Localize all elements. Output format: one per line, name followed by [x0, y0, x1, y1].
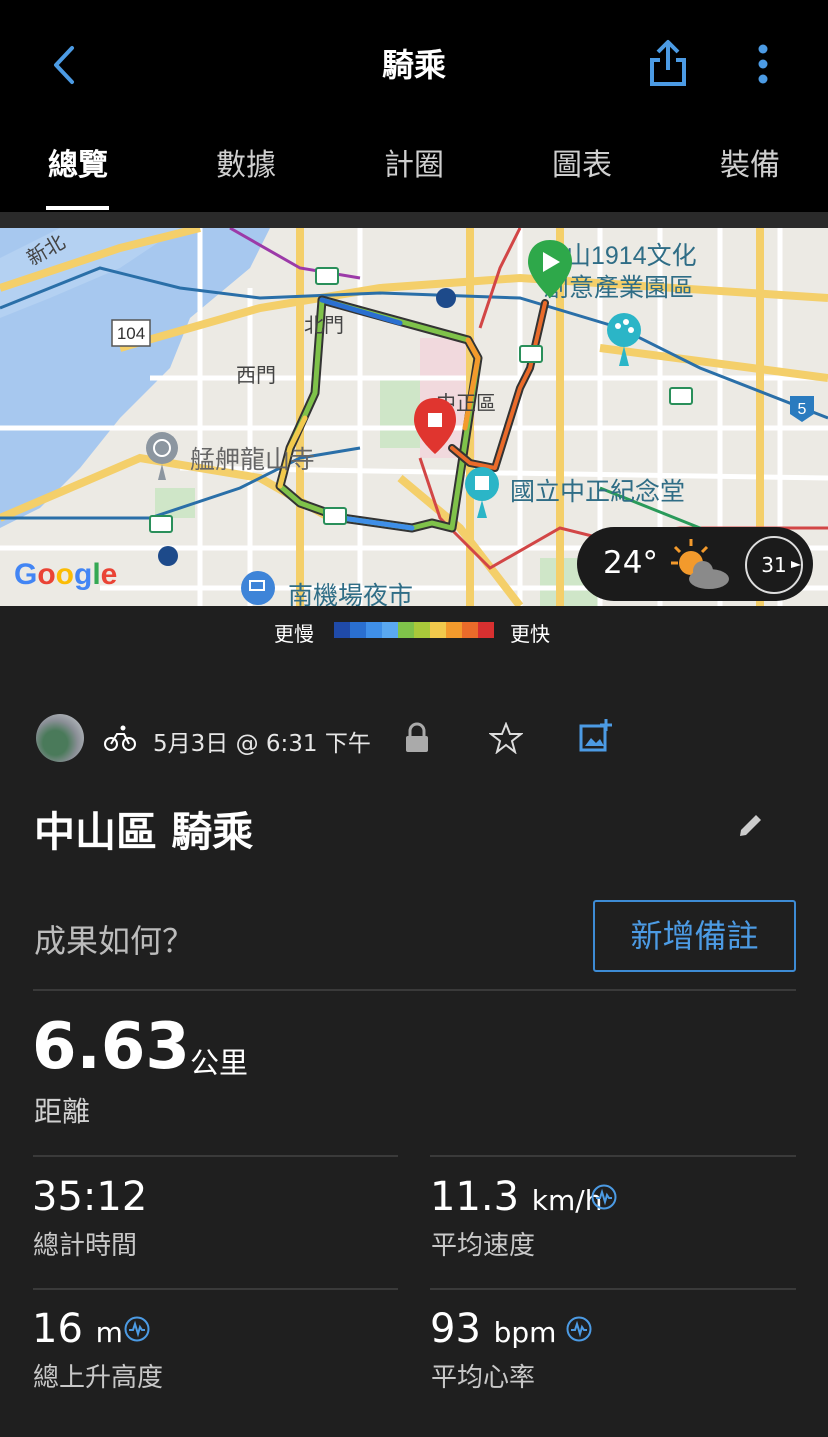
star-icon[interactable] [489, 722, 523, 754]
sensor-info-icon[interactable] [566, 1316, 592, 1342]
speed-color-segment [366, 622, 382, 638]
heart-rate-value: 93 [430, 1306, 481, 1352]
map-label-beimen: 北門 [304, 314, 344, 337]
avg-speed-value: 11.3 [430, 1174, 520, 1220]
total-time-label: 總計時間 [33, 1231, 138, 1261]
speed-color-segment [414, 622, 430, 638]
metro-station-icon [669, 387, 693, 405]
map-label-huashan-2: 創意產業園區 [544, 274, 694, 302]
elevation-value: 16 [32, 1306, 83, 1352]
weather-badge[interactable]: 24° 31 [577, 527, 813, 601]
tab-bar: 總覽 數據 計圈 圖表 裝備 [0, 130, 828, 212]
activity-meta-row: 5月3日 @ 6:31 下午 [0, 710, 828, 770]
divider [33, 1288, 398, 1290]
notes-prompt: 成果如何？ [34, 922, 195, 960]
edit-pencil-icon[interactable] [736, 810, 766, 840]
avg-speed-label: 平均速度 [431, 1231, 536, 1261]
metro-station-icon [315, 267, 339, 285]
map-label-cks: 國立中正紀念堂 [510, 478, 685, 506]
moon-day: 31 [761, 553, 787, 577]
temperature: 24° [603, 545, 658, 581]
add-photo-icon[interactable] [578, 718, 614, 754]
divider [430, 1155, 796, 1157]
tab-laps[interactable]: 計圈 [384, 140, 444, 184]
total-time-value: 35:12 [32, 1174, 148, 1220]
map-label-longshan: 艋舺龍山寺 [190, 446, 315, 474]
speed-color-segment [350, 622, 366, 638]
speed-color-segment [430, 622, 446, 638]
divider [33, 1155, 398, 1157]
legend-fast-label: 更快 [510, 622, 550, 646]
divider [430, 1288, 796, 1290]
active-tab-indicator [46, 206, 109, 210]
map-label-104: 104 [117, 324, 145, 343]
elevation-label: 總上升高度 [33, 1363, 164, 1393]
share-icon[interactable] [644, 38, 692, 90]
legend-slow-label: 更慢 [274, 622, 314, 646]
speed-color-segment [334, 622, 350, 638]
metro-station-icon [149, 515, 173, 533]
railway-station-icon [158, 546, 178, 566]
cycling-icon [104, 725, 136, 751]
heart-rate-stat: 93 bpm [430, 1306, 556, 1352]
speed-legend: 更慢 更快 [0, 606, 828, 656]
activity-datetime: 5月3日 @ 6:31 下午 [153, 731, 371, 757]
tab-gear[interactable]: 裝備 [720, 140, 780, 184]
google-logo: Google [14, 558, 117, 591]
partly-cloudy-icon [671, 539, 729, 589]
tab-overview[interactable]: 總覽 [48, 140, 108, 184]
speed-color-segment [478, 622, 494, 638]
tab-charts[interactable]: 圖表 [552, 140, 612, 184]
divider [0, 212, 828, 228]
avatar[interactable] [36, 714, 84, 762]
tab-data[interactable]: 數據 [216, 140, 276, 184]
divider [33, 989, 796, 991]
page-title: 騎乘 [381, 46, 446, 84]
top-bar: 騎乘 [0, 0, 828, 130]
speed-color-segment [462, 622, 478, 638]
more-options-icon[interactable] [748, 40, 778, 90]
speed-color-segment [382, 622, 398, 638]
avg-speed-stat: 11.3 km/h [430, 1174, 602, 1220]
speed-color-segment [398, 622, 414, 638]
shopping-poi-icon [241, 571, 275, 605]
railway-station-icon [436, 288, 456, 308]
sensor-info-icon[interactable] [124, 1316, 150, 1342]
elevation-stat: 16 m [32, 1306, 123, 1352]
metro-station-icon [519, 345, 543, 363]
elevation-unit: m [95, 1316, 123, 1349]
map-label-5: 5 [798, 401, 807, 418]
distance-value: 6.63 [32, 1010, 190, 1084]
distance-label: 距離 [34, 1095, 91, 1128]
speed-color-segment [446, 622, 462, 638]
distance-unit: 公里 [190, 1046, 249, 1080]
map-label-ximen: 西門 [236, 365, 276, 387]
activity-name: 中山區 騎乘 [34, 808, 254, 856]
add-note-button[interactable]: 新增備註 [593, 900, 796, 972]
map-label-night-market: 南機場夜市 [288, 582, 413, 606]
metro-station-icon [323, 507, 347, 525]
map-label-huashan-1: 山1914文化 [566, 242, 697, 270]
heart-rate-unit: bpm [493, 1316, 557, 1349]
lock-icon[interactable] [404, 722, 430, 754]
heart-rate-label: 平均心率 [431, 1363, 536, 1393]
speed-color-bar [334, 622, 494, 638]
sensor-info-icon[interactable] [591, 1184, 617, 1210]
